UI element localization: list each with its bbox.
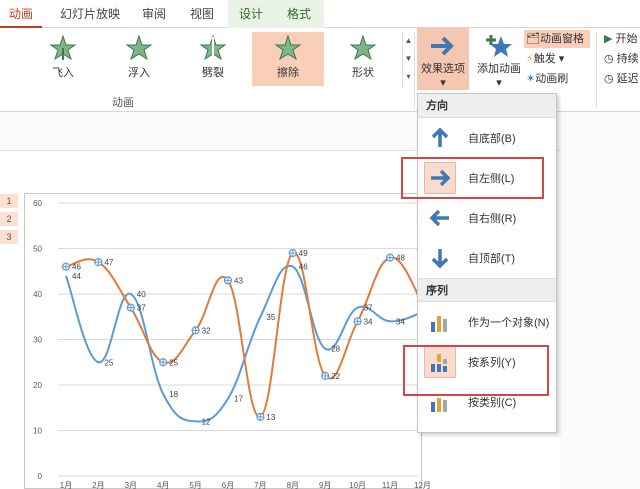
chevron-up-icon[interactable]: ▲ [403,32,414,50]
sequence-header: 序列 [418,278,556,302]
direction-from-top[interactable]: 自顶部(T) [418,238,556,278]
tab-design[interactable]: 设计 [228,0,274,28]
row-tag[interactable]: 3 [0,230,18,244]
effect-label: 飞入 [52,67,74,79]
direction-header: 方向 [418,94,556,118]
tab-slideshow[interactable]: 幻灯片放映 [50,0,130,28]
effect-shape[interactable]: 形状 [334,32,392,86]
effect-label: 劈裂 [202,67,224,79]
delay-control[interactable]: ◷ 延迟 [604,70,640,88]
trigger-label: 触发 [533,53,556,65]
arrow-up-icon [424,122,456,154]
star-wipe-icon [274,34,302,61]
effect-options-button[interactable]: 效果选项 ▾ [417,28,469,90]
row-tag[interactable]: 2 [0,212,18,226]
tab-format[interactable]: 格式 [274,0,324,28]
star-split-icon [199,34,227,61]
divider [414,32,415,108]
direction-from-right[interactable]: 自右侧(R) [418,198,556,238]
animation-pane-label: 动画窗格 [539,33,584,45]
tab-animations[interactable]: 动画 [0,0,42,28]
one-object-icon [424,306,456,338]
direction-label: 自底部(B) [468,133,516,145]
ribbon-tabs: 动画 幻灯片放映 审阅 视图 设计 格式 [0,0,640,28]
star-fly-in-icon [49,34,77,61]
clock-icon: ◷ [604,53,614,65]
highlight-from-left [401,157,544,199]
clock-icon: ◷ [604,73,614,85]
star-float-in-icon [125,34,153,61]
effect-split[interactable]: 劈裂 [184,32,242,86]
delay-label: 延迟 [616,73,639,85]
start-label: 开始 [615,33,638,45]
effect-label: 浮入 [128,67,150,79]
lightning-icon: ⚡ [526,53,534,65]
chevron-down-icon: ▾ [440,77,446,89]
play-icon: ▶ [604,33,613,45]
gallery-scroll[interactable]: ▲ ▼ ▾ [402,32,414,88]
sequence-as-one-object[interactable]: 作为一个对象(N) [418,302,556,342]
trigger-button[interactable]: ⚡触发 ▾ [526,50,586,68]
row-tag[interactable]: 1 [0,194,18,208]
direction-label: 自右侧(R) [468,213,517,225]
direction-label: 自顶部(T) [468,253,516,265]
direction-from-bottom[interactable]: 自底部(B) [418,118,556,158]
chevron-down-icon[interactable]: ▼ [403,50,414,68]
arrow-left-icon [424,202,456,234]
effect-fly-in[interactable]: 飞入 [34,32,92,86]
add-animation-button[interactable]: 添加动画 ▾ [472,28,526,90]
highlight-by-series [403,345,549,396]
effect-wipe[interactable]: 擦除 [252,32,324,86]
arrow-down-icon [424,242,456,274]
animation-pane-button[interactable]: 🗂动画窗格 [524,30,590,48]
chevron-down-icon: ▾ [496,77,502,89]
animation-painter-label: 动画刷 [535,73,569,85]
gallery-more-icon[interactable]: ▾ [403,68,414,86]
add-star-icon [486,35,512,57]
duration-control[interactable]: ◷ 持续 [604,50,640,68]
sequence-label: 作为一个对象(N) [468,317,550,329]
chart-object[interactable] [24,193,422,489]
pane-icon: 🗂 [526,33,540,45]
animation-gallery: 飞入 浮入 劈裂 擦除 形状 ▲ ▼ ▾ [0,28,412,90]
add-animation-label: 添加动画 [477,63,521,75]
arrow-right-icon [431,36,454,56]
tab-view[interactable]: 视图 [182,0,222,28]
star-shape-icon [349,34,377,61]
painter-icon: ✶ [526,73,536,85]
tab-review[interactable]: 审阅 [134,0,174,28]
effect-label: 形状 [352,67,374,79]
effect-float-in[interactable]: 浮入 [110,32,168,86]
group-label-animation: 动画 [112,97,134,109]
sequence-label: 按类别(C) [468,397,517,409]
effect-options-label: 效果选项 [421,63,465,75]
duration-label: 持续 [616,53,639,65]
animation-painter-button[interactable]: ✶动画刷 [526,70,586,88]
start-control[interactable]: ▶ 开始 [604,30,640,48]
divider [596,32,597,108]
effect-label: 擦除 [277,67,299,79]
